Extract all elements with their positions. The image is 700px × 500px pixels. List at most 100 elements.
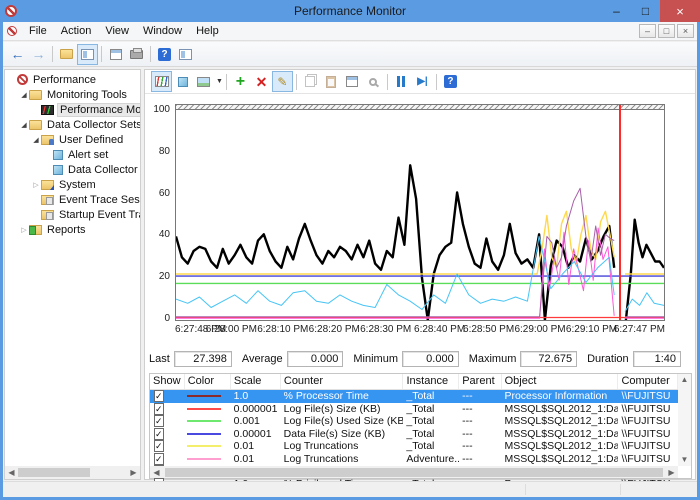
- show-checkbox[interactable]: ✓: [154, 428, 164, 440]
- menu-action[interactable]: Action: [54, 23, 99, 39]
- change-graph-type-button[interactable]: [193, 71, 214, 92]
- sidebar-horizontal-scrollbar[interactable]: ◀ ▶: [5, 466, 140, 479]
- dropdown-caret-icon[interactable]: ▼: [216, 78, 223, 85]
- counter-color-swatch: [187, 433, 221, 435]
- table-row[interactable]: ✓0.000001Log File(s) Size (KB)_Total---M…: [150, 403, 678, 416]
- column-header-show[interactable]: Show: [150, 374, 185, 389]
- sidebar-item-data-collector-set-p[interactable]: Data Collector Set P: [5, 162, 140, 177]
- sidebar-item-alert-set[interactable]: Alert set: [5, 147, 140, 162]
- freeze-display-button[interactable]: [391, 71, 412, 92]
- sidebar-item-data-collector-sets[interactable]: ◢Data Collector Sets: [5, 117, 140, 132]
- sidebar-item-monitoring-tools[interactable]: ◢ Monitoring Tools: [5, 87, 140, 102]
- sidebar-item-performance[interactable]: Performance: [5, 72, 140, 87]
- scrollbar-thumb[interactable]: [165, 468, 663, 477]
- maximize-button[interactable]: □: [631, 0, 660, 22]
- scroll-right-icon[interactable]: ▶: [665, 468, 678, 477]
- sidebar-item-reports[interactable]: ▷Reports: [5, 222, 140, 237]
- up-one-level-button[interactable]: [56, 44, 77, 65]
- column-header-parent[interactable]: Parent: [459, 374, 501, 389]
- print-button[interactable]: [126, 44, 147, 65]
- table-horizontal-scrollbar[interactable]: ◀ ▶: [150, 466, 678, 478]
- menu-help[interactable]: Help: [189, 23, 226, 39]
- delete-counter-button[interactable]: ✕: [251, 71, 272, 92]
- expand-icon[interactable]: ▷: [31, 181, 41, 189]
- scroll-left-icon[interactable]: ◀: [5, 468, 18, 477]
- menu-view[interactable]: View: [98, 23, 136, 39]
- menu-app-icon: [7, 26, 17, 36]
- highlight-button[interactable]: ✎: [272, 71, 293, 92]
- sidebar-item-event-trace-sessions[interactable]: Event Trace Sessions: [5, 192, 140, 207]
- properties-button[interactable]: [342, 71, 363, 92]
- expand-icon[interactable]: ▷: [19, 226, 29, 234]
- mdi-restore-button[interactable]: □: [658, 24, 675, 38]
- collapse-icon[interactable]: ◢: [19, 121, 29, 129]
- main-toolbar: ← →?: [3, 42, 697, 67]
- copy-properties-button[interactable]: [300, 71, 321, 92]
- help-button[interactable]: ?: [154, 44, 175, 65]
- view-current-activity-button[interactable]: [151, 71, 172, 92]
- sidebar-item-user-defined[interactable]: ◢User Defined: [5, 132, 140, 147]
- table-row[interactable]: ✓0.00001Data File(s) Size (KB)_Total---M…: [150, 428, 678, 441]
- sidebar-item-system[interactable]: ▷System: [5, 177, 140, 192]
- column-header-computer[interactable]: Computer: [618, 374, 678, 389]
- zoom-button[interactable]: [363, 71, 384, 92]
- cell-object: Processor Information: [501, 390, 618, 402]
- back-button[interactable]: ←: [7, 44, 28, 65]
- sidebar-item-label: Data Collector Set P: [66, 164, 141, 176]
- show-hide-console-tree-button[interactable]: [77, 44, 98, 65]
- scrollbar-thumb[interactable]: [18, 468, 90, 477]
- cell-parent: ---: [459, 440, 501, 452]
- menu-window[interactable]: Window: [136, 23, 189, 39]
- column-header-scale[interactable]: Scale: [231, 374, 281, 389]
- close-button[interactable]: ×: [660, 0, 700, 22]
- add-counter-button[interactable]: +: [230, 71, 251, 92]
- forward-button[interactable]: →: [28, 44, 49, 65]
- column-header-counter[interactable]: Counter: [281, 374, 404, 389]
- column-header-instance[interactable]: Instance: [403, 374, 459, 389]
- scroll-down-icon[interactable]: ▼: [681, 454, 689, 466]
- show-checkbox[interactable]: ✓: [154, 390, 164, 402]
- cell-computer: \\FUJITSU: [618, 440, 678, 452]
- properties-icon: [346, 76, 358, 87]
- update-data-button[interactable]: ▶|: [412, 71, 433, 92]
- sidebar-item-startup-event-trace-ses[interactable]: Startup Event Trace Ses: [5, 207, 140, 222]
- scroll-right-icon[interactable]: ▶: [127, 468, 140, 477]
- column-header-object[interactable]: Object: [502, 374, 619, 389]
- user-folder-icon: [41, 135, 54, 145]
- collapse-icon[interactable]: ◢: [31, 136, 41, 144]
- show-checkbox[interactable]: ✓: [154, 415, 164, 427]
- mdi-minimize-button[interactable]: –: [639, 24, 656, 38]
- export-list-icon: [110, 49, 122, 60]
- stat-value-average: 0.000: [287, 351, 344, 367]
- table-vertical-scrollbar[interactable]: ▲ ▼: [678, 374, 691, 466]
- column-header-color[interactable]: Color: [185, 374, 231, 389]
- show-checkbox[interactable]: ✓: [154, 453, 164, 465]
- table-row[interactable]: ✓0.01Log Truncations_Total---MSSQL$SQL20…: [150, 440, 678, 453]
- view-log-data-button[interactable]: [172, 71, 193, 92]
- scroll-up-icon[interactable]: ▲: [681, 374, 689, 386]
- mdi-close-button[interactable]: ×: [677, 24, 694, 38]
- forward-icon: →: [32, 47, 46, 61]
- cell-counter: Log File(s) Used Size (KB): [281, 415, 404, 427]
- table-row[interactable]: ✓0.001Log File(s) Used Size (KB)_Total--…: [150, 415, 678, 428]
- cell-computer: \\FUJITSU: [618, 415, 678, 427]
- menu-file[interactable]: File: [22, 23, 54, 39]
- cell-object: MSSQL$SQL2012_1:Datab...: [501, 415, 618, 427]
- show-checkbox[interactable]: ✓: [154, 403, 164, 415]
- chart-plot[interactable]: [175, 104, 665, 321]
- collapse-icon[interactable]: ◢: [19, 91, 29, 99]
- sidebar-item-performance-monitor[interactable]: Performance Monitor: [5, 102, 140, 117]
- table-row[interactable]: ✓0.01Log TruncationsAdventure...---MSSQL…: [150, 453, 678, 466]
- table-row[interactable]: ✓1.0% Processor Time_Total---Processor I…: [150, 390, 678, 403]
- paste-counter-list-button[interactable]: [321, 71, 342, 92]
- minimize-button[interactable]: –: [602, 0, 631, 22]
- scroll-left-icon[interactable]: ◀: [150, 468, 163, 477]
- show-checkbox[interactable]: ✓: [154, 440, 164, 452]
- sidebar-item-label: Monitoring Tools: [45, 89, 129, 101]
- cell-scale: 0.00001: [231, 428, 281, 440]
- y-axis-tick-label: 60: [159, 188, 170, 199]
- export-list-button[interactable]: [105, 44, 126, 65]
- help-button[interactable]: ?: [440, 71, 461, 92]
- new-window-button[interactable]: [175, 44, 196, 65]
- x-axis-tick-label: 6:28:10 PM: [257, 324, 308, 335]
